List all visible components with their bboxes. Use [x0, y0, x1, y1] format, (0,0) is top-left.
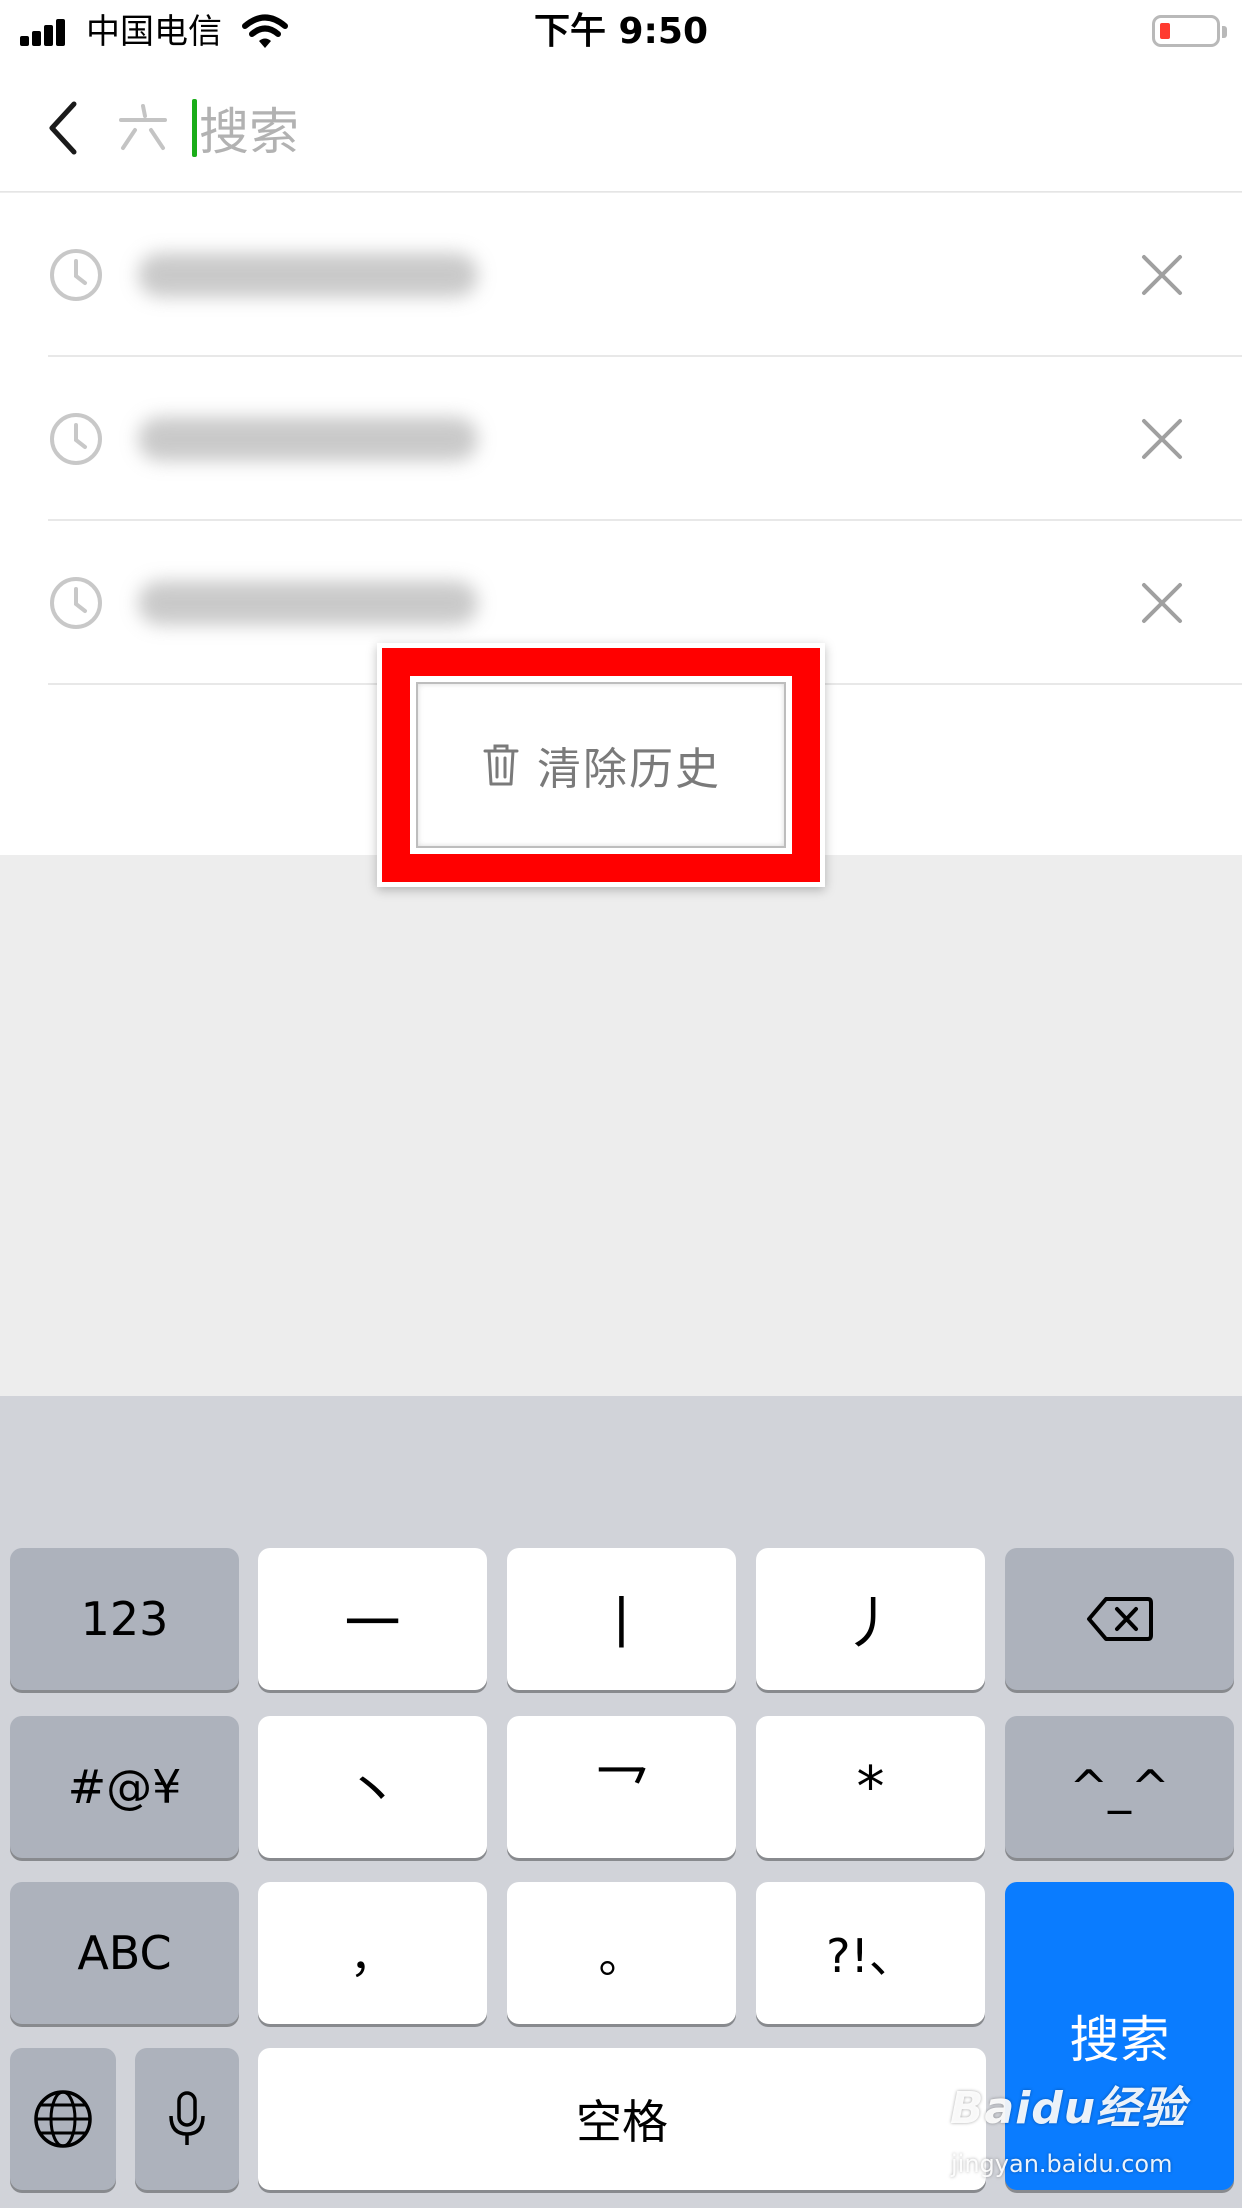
clock-time: 下午 9:50 [533, 11, 709, 52]
key-label: 搜索 [1069, 2011, 1170, 2069]
search-input[interactable]: 搜索 [192, 88, 1092, 168]
key-stroke-heng[interactable]: 一 [258, 1548, 487, 1690]
key-stroke-dian[interactable]: 丶 [258, 1716, 487, 1858]
globe-icon [34, 2090, 92, 2148]
key-label: * [856, 1754, 885, 1820]
key-stroke-pie[interactable]: 丿 [756, 1548, 985, 1690]
key-label: #@¥ [67, 1760, 182, 1814]
key-label: 丨 [593, 1591, 650, 1657]
key-label: 123 [80, 1592, 169, 1646]
chevron-left-icon[interactable] [44, 98, 84, 158]
key-label: 丶 [344, 1759, 401, 1825]
history-item-text [138, 417, 478, 461]
key-punctuation[interactable]: ?!、 [756, 1882, 985, 2024]
close-icon[interactable] [1138, 415, 1186, 463]
watermark-logo: Baidu经验 [950, 2083, 1187, 2134]
key-label: ， [349, 1929, 396, 1983]
key-period[interactable]: 。 [507, 1882, 736, 2024]
close-icon[interactable] [1138, 251, 1186, 299]
key-symbols[interactable]: #@¥ [10, 1716, 239, 1858]
search-header: 搜索 [0, 64, 1242, 192]
baidu-jingyan-watermark: Baidu经验 jingyan.baidu.com [950, 2072, 1220, 2192]
history-item-text [138, 253, 478, 297]
key-space[interactable]: 空格 [258, 2048, 986, 2190]
key-stroke-zhe[interactable]: 乛 [507, 1716, 736, 1858]
clear-history-label: 清除历史 [537, 744, 721, 795]
clock-icon [50, 577, 102, 629]
clear-history-highlight: 清除历史 [382, 648, 820, 882]
text-caret [192, 99, 197, 157]
history-item-text [138, 581, 478, 625]
watermark-url: jingyan.baidu.com [951, 2150, 1173, 2178]
key-label: ^_^ [1069, 1760, 1170, 1814]
key-label: 丿 [842, 1591, 899, 1657]
key-label: 空格 [576, 2095, 668, 2149]
trash-icon [483, 744, 519, 786]
key-emoticon[interactable]: ^_^ [1005, 1716, 1234, 1858]
key-globe[interactable] [10, 2048, 116, 2190]
clear-history-button[interactable]: 清除历史 [416, 682, 786, 848]
key-label: ?!、 [826, 1929, 915, 1983]
stroke-input-icon [119, 104, 167, 150]
key-label: 。 [598, 1929, 645, 1983]
key-wildcard[interactable]: * [756, 1716, 985, 1858]
backspace-icon [1086, 1597, 1153, 1641]
key-microphone[interactable] [135, 2048, 239, 2190]
history-item[interactable] [48, 357, 1242, 521]
search-placeholder: 搜索 [199, 103, 299, 161]
delete-key[interactable] [1005, 1548, 1234, 1690]
key-123[interactable]: 123 [10, 1548, 239, 1690]
key-stroke-shu[interactable]: 丨 [507, 1548, 736, 1690]
key-label: 一 [344, 1591, 401, 1657]
key-label: ABC [77, 1926, 172, 1980]
status-bar: 中国电信 下午 9:50 [0, 0, 1242, 64]
close-icon[interactable] [1138, 579, 1186, 627]
key-comma[interactable]: ， [258, 1882, 487, 2024]
battery-icon [1152, 15, 1227, 47]
key-label: 乛 [593, 1759, 650, 1825]
microphone-icon [169, 2091, 205, 2145]
clock-icon [50, 249, 102, 301]
clock-icon [50, 413, 102, 465]
key-abc[interactable]: ABC [10, 1882, 239, 2024]
history-item[interactable] [48, 193, 1242, 357]
